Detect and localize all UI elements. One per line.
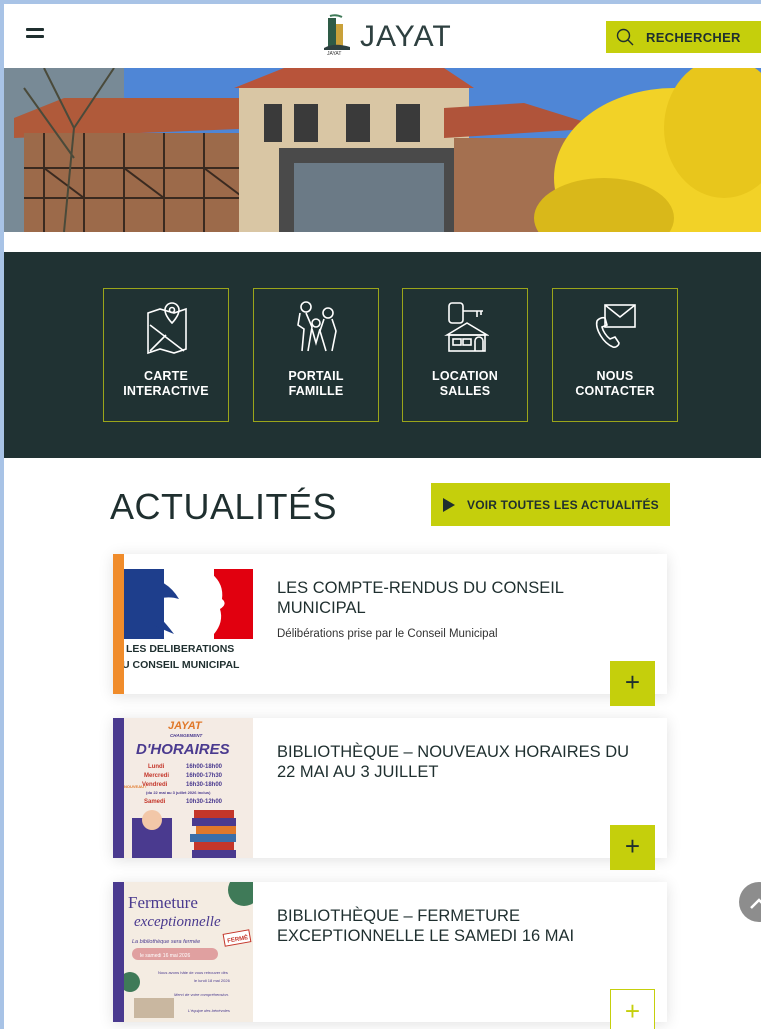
svg-text:Nous avons hâte de vous retrou: Nous avons hâte de vous retrouver dès	[158, 970, 228, 975]
news-card[interactable]: Fermeture exceptionnelle La bibliothèque…	[113, 882, 667, 1029]
svg-text:(du 22 mai au 3 juillet 2026 i: (du 22 mai au 3 juillet 2026 inclus)	[146, 790, 211, 795]
page: JAYAT JAYAT RECHERCHER CARTE INTERACTIVE…	[4, 4, 761, 1029]
svg-text:CHANGEMENT: CHANGEMENT	[170, 733, 204, 738]
see-all-news-button[interactable]: VOIR TOUTES LES ACTUALITÉS	[431, 483, 670, 526]
news-card-more-button[interactable]: +	[610, 825, 655, 870]
svg-text:U CONSEIL MUNICIPAL: U CONSEIL MUNICIPAL	[124, 659, 240, 671]
see-all-news-label: VOIR TOUTES LES ACTUALITÉS	[467, 497, 659, 512]
site-logo[interactable]: JAYAT JAYAT	[320, 14, 470, 60]
svg-text:le samedi 16 mai 2026: le samedi 16 mai 2026	[140, 953, 191, 959]
quick-link-label: CARTE INTERACTIVE	[123, 369, 209, 398]
news-card-thumbnail: JAYAT CHANGEMENT D'HORAIRES Lundi 16h00-…	[124, 718, 253, 858]
family-icon	[297, 301, 337, 352]
map-pin-icon	[147, 302, 187, 355]
news-card-thumbnail: Fermeture exceptionnelle La bibliothèque…	[124, 882, 253, 1022]
svg-text:16h00-18h00: 16h00-18h00	[186, 764, 223, 770]
news-card-subtitle: Délibérations prise par le Conseil Munic…	[277, 628, 498, 640]
news-card-more-button[interactable]: +	[610, 989, 655, 1029]
svg-text:Lundi: Lundi	[148, 764, 165, 770]
svg-text:10h30-12h00: 10h30-12h00	[186, 799, 223, 805]
play-triangle-icon	[443, 497, 455, 512]
logo-small-text: JAYAT	[327, 51, 342, 57]
quick-links-section: CARTE INTERACTIVE PORTAIL FAMILLE LOCATI…	[4, 252, 761, 458]
scroll-to-top-button[interactable]	[739, 882, 761, 922]
search-button[interactable]: RECHERCHER	[606, 21, 761, 53]
quick-link-nous-contacter[interactable]: NOUS CONTACTER	[552, 288, 678, 422]
chevron-up-icon	[750, 898, 761, 909]
svg-text:Fermeture: Fermeture	[128, 893, 198, 912]
news-card[interactable]: JAYAT CHANGEMENT D'HORAIRES Lundi 16h00-…	[113, 718, 667, 870]
quick-link-label: PORTAIL FAMILLE	[288, 369, 344, 398]
news-section-title: ACTUALITÉS	[110, 486, 338, 527]
svg-text:Samedi: Samedi	[144, 799, 166, 805]
quick-link-carte-interactive[interactable]: CARTE INTERACTIVE	[103, 288, 229, 422]
news-card-title[interactable]: BIBLIOTHÈQUE – NOUVEAUX HORAIRES DU 22 M…	[277, 742, 647, 782]
news-card-more-button[interactable]: +	[610, 661, 655, 706]
quick-link-location-salles[interactable]: LOCATION SALLES	[402, 288, 528, 422]
svg-text:Mercredi: Mercredi	[144, 773, 169, 779]
quick-link-label: LOCATION SALLES	[432, 369, 498, 398]
svg-text:16h30-18h00: 16h30-18h00	[186, 782, 223, 788]
svg-text:exceptionnelle: exceptionnelle	[134, 914, 221, 930]
quick-link-portail-famille[interactable]: PORTAIL FAMILLE	[253, 288, 379, 422]
building-key-icon	[444, 302, 489, 352]
hero-image	[4, 68, 761, 232]
svg-text:16h00-17h30: 16h00-17h30	[186, 773, 223, 779]
svg-text:LES DELIBERATIONS: LES DELIBERATIONS	[126, 643, 234, 655]
phone-mail-icon	[595, 304, 636, 348]
quick-link-label: NOUS CONTACTER	[575, 369, 655, 398]
news-card-accent-bar	[113, 718, 124, 858]
search-label: RECHERCHER	[646, 29, 741, 45]
logo-text: JAYAT	[360, 20, 452, 53]
news-card-title[interactable]: BIBLIOTHÈQUE – FERMETURE EXCEPTIONNELLE …	[277, 906, 647, 946]
hamburger-menu-icon[interactable]	[26, 28, 48, 44]
svg-text:La bibliothèque sera fermée: La bibliothèque sera fermée	[132, 939, 200, 945]
news-card-title[interactable]: LES COMPTE-RENDUS DU CONSEIL MUNICIPAL	[277, 578, 647, 618]
svg-text:L'équipe des bénévoles: L'équipe des bénévoles	[188, 1008, 230, 1013]
news-card-thumbnail: LES DELIBERATIONS U CONSEIL MUNICIPAL	[124, 554, 253, 694]
search-icon	[616, 28, 634, 46]
news-card-accent-bar	[113, 554, 124, 694]
site-header: JAYAT JAYAT RECHERCHER	[4, 4, 761, 68]
svg-text:Merci de votre compréhension.: Merci de votre compréhension.	[174, 992, 229, 997]
news-card[interactable]: LES DELIBERATIONS U CONSEIL MUNICIPAL LE…	[113, 554, 667, 706]
svg-text:NOUVEAU !: NOUVEAU !	[124, 784, 146, 789]
svg-text:le lundi 18 mai 2026: le lundi 18 mai 2026	[194, 978, 231, 983]
svg-text:JAYAT: JAYAT	[168, 720, 203, 732]
news-card-accent-bar	[113, 882, 124, 1022]
svg-text:D'HORAIRES: D'HORAIRES	[136, 741, 230, 758]
